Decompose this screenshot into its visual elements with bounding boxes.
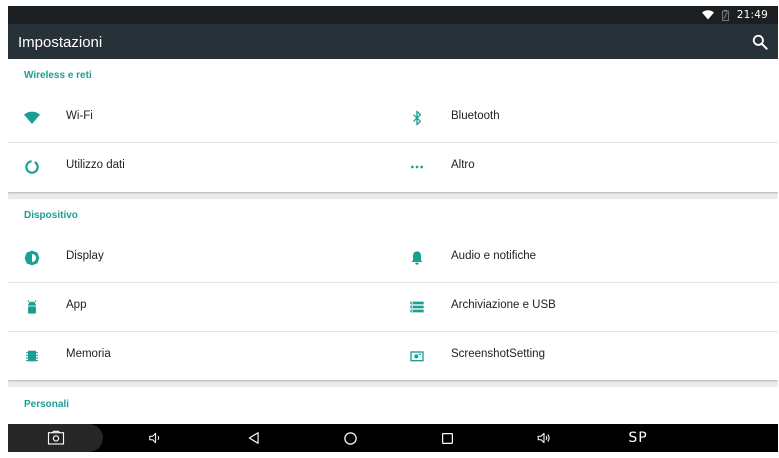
android-icon xyxy=(27,300,37,314)
status-bar: 21:49 xyxy=(8,6,778,24)
brightness-icon xyxy=(24,250,40,266)
clock: 21:49 xyxy=(736,9,768,21)
more-icon xyxy=(411,165,423,169)
search-icon[interactable] xyxy=(750,32,770,52)
tile-label: App xyxy=(66,299,87,311)
status-indicators: 21:49 xyxy=(701,8,768,22)
nav-sp-button[interactable]: SP xyxy=(618,424,658,452)
bell-icon xyxy=(411,251,423,265)
tile-apps[interactable]: App xyxy=(8,283,393,331)
tile-label: Archiviazione e USB xyxy=(451,299,556,311)
tile-screenshot-setting[interactable]: ScreenshotSetting xyxy=(393,332,778,380)
home-icon xyxy=(343,431,357,445)
category-title: Dispositivo xyxy=(24,210,78,221)
tile-more[interactable]: Altro xyxy=(393,143,778,191)
tile-label: Bluetooth xyxy=(451,110,500,122)
category-wireless: Wireless e reti Wi-Fi Bluetooth Utilizzo… xyxy=(8,59,778,192)
volume-up-icon xyxy=(537,432,550,444)
page-title: Impostazioni xyxy=(18,34,103,51)
tile-data-usage[interactable]: Utilizzo dati xyxy=(8,143,393,191)
data-usage-icon xyxy=(25,160,39,174)
nav-home-button[interactable] xyxy=(334,424,366,452)
bluetooth-icon xyxy=(413,110,421,126)
tile-label: Wi-Fi xyxy=(66,110,93,122)
nav-recents-button[interactable] xyxy=(431,424,463,452)
screenshot-icon xyxy=(410,351,424,362)
category-title: Personali xyxy=(24,399,70,410)
category-personal: Personali xyxy=(8,387,778,424)
tile-memory[interactable]: Memoria xyxy=(8,332,393,380)
tile-label: Audio e notifiche xyxy=(451,250,537,262)
category-title: Wireless e reti xyxy=(24,70,92,81)
action-bar: Impostazioni xyxy=(8,24,778,59)
nav-volume-up-button[interactable] xyxy=(528,424,560,452)
tile-label: ScreenshotSetting xyxy=(451,348,545,360)
tile-audio[interactable]: Audio e notifiche xyxy=(393,234,778,282)
device-frame: 21:49 Impostazioni Wireless e reti Wi-Fi… xyxy=(0,0,779,458)
tile-display[interactable]: Display xyxy=(8,234,393,282)
wifi-icon xyxy=(24,111,40,124)
tile-storage[interactable]: Archiviazione e USB xyxy=(393,283,778,331)
battery-icon xyxy=(721,9,729,21)
tile-label: Altro xyxy=(451,159,475,171)
wifi-icon xyxy=(701,10,714,20)
tile-label: Display xyxy=(66,250,104,262)
recents-icon xyxy=(441,432,453,444)
nav-volume-down-button[interactable] xyxy=(140,424,170,452)
back-icon xyxy=(248,432,259,444)
tile-bluetooth[interactable]: Bluetooth xyxy=(393,94,778,142)
memory-icon xyxy=(26,350,38,362)
navigation-bar: SP xyxy=(8,424,778,452)
tile-label: Utilizzo dati xyxy=(66,159,125,171)
volume-down-icon xyxy=(149,432,160,444)
tile-wifi[interactable]: Wi-Fi xyxy=(8,94,393,142)
storage-icon xyxy=(410,301,424,313)
nav-screenshot-button[interactable] xyxy=(8,424,103,452)
screenshot-icon xyxy=(47,430,64,445)
screen: 21:49 Impostazioni Wireless e reti Wi-Fi… xyxy=(8,6,778,452)
category-device: Dispositivo Display Audio e notifiche Ap… xyxy=(8,199,778,380)
nav-back-button[interactable] xyxy=(238,424,270,452)
tile-label: Memoria xyxy=(66,348,111,360)
